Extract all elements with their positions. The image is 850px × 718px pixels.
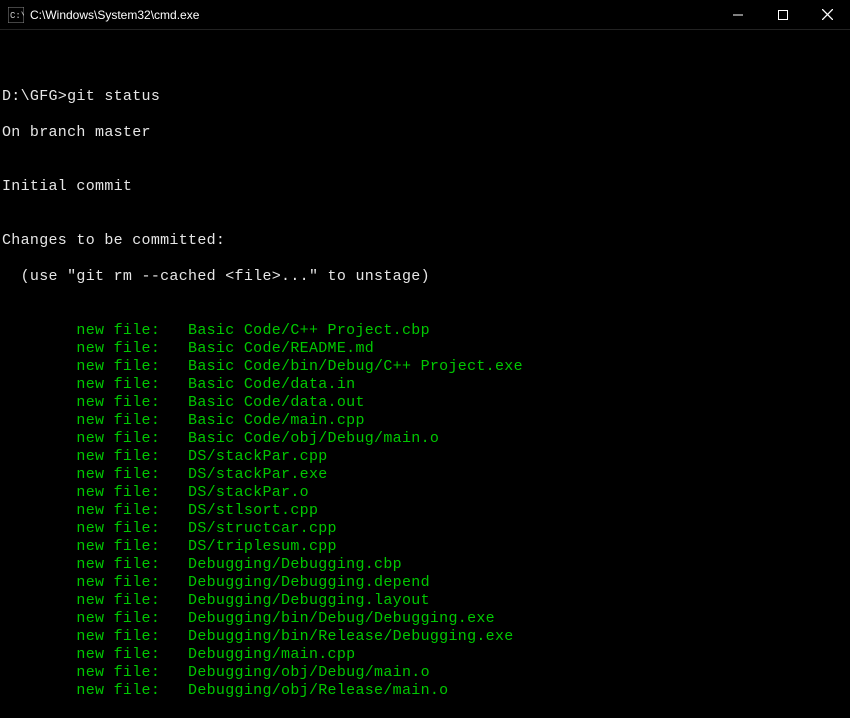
file-status-label: new file:: [2, 322, 188, 339]
staged-file-row: new file: Basic Code/bin/Debug/C++ Proje…: [2, 358, 848, 376]
staged-file-row: new file: DS/triplesum.cpp: [2, 538, 848, 556]
staged-file-row: new file: DS/stackPar.exe: [2, 466, 848, 484]
staged-file-row: new file: Basic Code/data.in: [2, 376, 848, 394]
file-status-label: new file:: [2, 484, 188, 501]
file-status-label: new file:: [2, 448, 188, 465]
window-title: C:\Windows\System32\cmd.exe: [30, 8, 715, 22]
file-path: Basic Code/main.cpp: [188, 412, 365, 429]
file-path: Debugging/main.cpp: [188, 646, 355, 663]
staged-file-row: new file: Debugging/obj/Release/main.o: [2, 682, 848, 700]
file-path: DS/stlsort.cpp: [188, 502, 318, 519]
file-path: Basic Code/README.md: [188, 340, 374, 357]
file-status-label: new file:: [2, 628, 188, 645]
close-button[interactable]: [805, 0, 850, 29]
file-status-label: new file:: [2, 466, 188, 483]
file-status-label: new file:: [2, 682, 188, 699]
file-path: Debugging/obj/Release/main.o: [188, 682, 448, 699]
file-status-label: new file:: [2, 556, 188, 573]
window-controls: [715, 0, 850, 29]
staged-file-row: new file: Debugging/Debugging.layout: [2, 592, 848, 610]
staged-file-row: new file: Basic Code/data.out: [2, 394, 848, 412]
file-status-label: new file:: [2, 394, 188, 411]
staged-file-row: new file: Basic Code/obj/Debug/main.o: [2, 430, 848, 448]
file-status-label: new file:: [2, 574, 188, 591]
file-path: Debugging/bin/Release/Debugging.exe: [188, 628, 514, 645]
staged-file-row: new file: Debugging/main.cpp: [2, 646, 848, 664]
staged-file-row: new file: DS/stlsort.cpp: [2, 502, 848, 520]
staged-file-row: new file: DS/stackPar.cpp: [2, 448, 848, 466]
unstage-hint: (use "git rm --cached <file>..." to unst…: [2, 268, 848, 286]
staged-file-row: new file: Debugging/Debugging.depend: [2, 574, 848, 592]
file-status-label: new file:: [2, 538, 188, 555]
file-path: Debugging/Debugging.cbp: [188, 556, 402, 573]
prompt-line: D:\GFG>git status: [2, 88, 848, 106]
staged-file-row: new file: Debugging/bin/Debug/Debugging.…: [2, 610, 848, 628]
file-path: Debugging/bin/Debug/Debugging.exe: [188, 610, 495, 627]
file-status-label: new file:: [2, 412, 188, 429]
file-status-label: new file:: [2, 520, 188, 537]
blank-line: [2, 52, 848, 70]
file-path: Basic Code/data.out: [188, 394, 365, 411]
maximize-button[interactable]: [760, 0, 805, 29]
file-path: Basic Code/obj/Debug/main.o: [188, 430, 439, 447]
file-status-label: new file:: [2, 430, 188, 447]
command: git status: [67, 88, 160, 105]
file-path: Debugging/Debugging.layout: [188, 592, 430, 609]
file-status-label: new file:: [2, 664, 188, 681]
file-status-label: new file:: [2, 502, 188, 519]
file-status-label: new file:: [2, 592, 188, 609]
prompt: D:\GFG>: [2, 88, 67, 105]
staged-files-list: new file: Basic Code/C++ Project.cbp new…: [2, 322, 848, 700]
file-path: DS/stackPar.exe: [188, 466, 328, 483]
staged-file-row: new file: Debugging/bin/Release/Debuggin…: [2, 628, 848, 646]
file-status-label: new file:: [2, 646, 188, 663]
file-path: DS/structcar.cpp: [188, 520, 337, 537]
staged-file-row: new file: Basic Code/README.md: [2, 340, 848, 358]
file-path: Basic Code/bin/Debug/C++ Project.exe: [188, 358, 523, 375]
initial-commit-line: Initial commit: [2, 178, 848, 196]
titlebar: C:\ C:\Windows\System32\cmd.exe: [0, 0, 850, 30]
svg-text:C:\: C:\: [10, 11, 24, 21]
staged-file-row: new file: DS/stackPar.o: [2, 484, 848, 502]
file-status-label: new file:: [2, 610, 188, 627]
file-status-label: new file:: [2, 340, 188, 357]
branch-line: On branch master: [2, 124, 848, 142]
file-path: Basic Code/data.in: [188, 376, 355, 393]
staged-file-row: new file: Debugging/Debugging.cbp: [2, 556, 848, 574]
file-path: Debugging/Debugging.depend: [188, 574, 430, 591]
file-path: Basic Code/C++ Project.cbp: [188, 322, 430, 339]
file-path: DS/triplesum.cpp: [188, 538, 337, 555]
file-path: DS/stackPar.o: [188, 484, 309, 501]
changes-header: Changes to be committed:: [2, 232, 848, 250]
staged-file-row: new file: Basic Code/C++ Project.cbp: [2, 322, 848, 340]
minimize-button[interactable]: [715, 0, 760, 29]
cmd-icon: C:\: [8, 7, 24, 23]
file-path: DS/stackPar.cpp: [188, 448, 328, 465]
staged-file-row: new file: Debugging/obj/Debug/main.o: [2, 664, 848, 682]
terminal-output[interactable]: D:\GFG>git status On branch master Initi…: [0, 30, 850, 718]
file-status-label: new file:: [2, 358, 188, 375]
file-status-label: new file:: [2, 376, 188, 393]
file-path: Debugging/obj/Debug/main.o: [188, 664, 430, 681]
staged-file-row: new file: Basic Code/main.cpp: [2, 412, 848, 430]
staged-file-row: new file: DS/structcar.cpp: [2, 520, 848, 538]
